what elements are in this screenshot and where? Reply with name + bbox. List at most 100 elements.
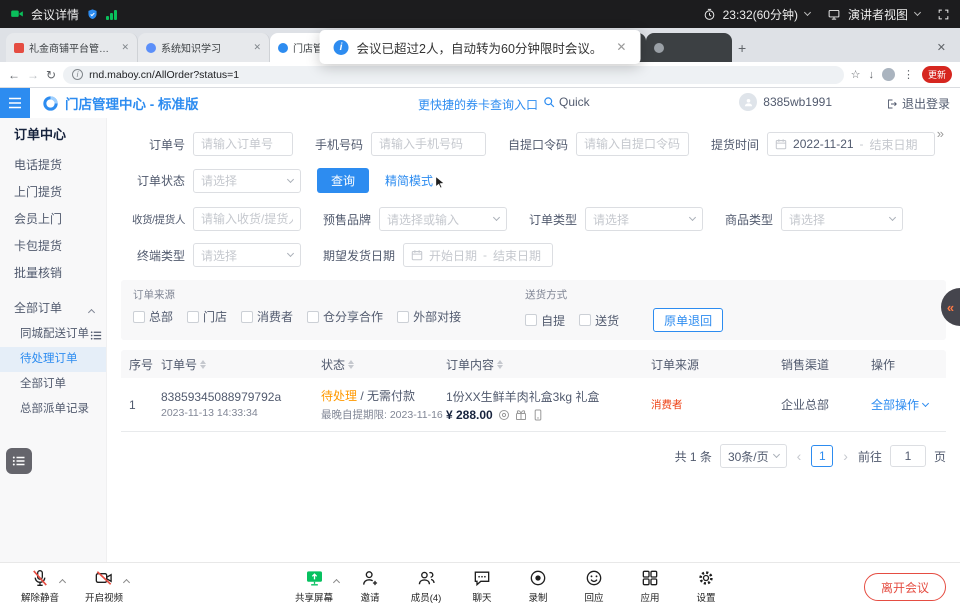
logo-ring-icon: [42, 95, 59, 112]
fullscreen-icon[interactable]: [937, 8, 950, 21]
all-actions-dropdown[interactable]: 全部操作: [871, 396, 941, 413]
order-status-label: 订单状态: [121, 172, 185, 189]
order-type-select[interactable]: 请选择: [585, 207, 703, 231]
share-screen-button[interactable]: 共享屏幕: [286, 566, 342, 604]
reactions-button[interactable]: 回应: [566, 566, 622, 604]
wechat-pay-icon: [498, 409, 510, 421]
sort-icon[interactable]: [348, 360, 354, 369]
share-screen-label: 共享屏幕: [295, 590, 333, 604]
date-separator: -: [860, 137, 864, 151]
pickup-code-input[interactable]: [576, 132, 689, 156]
sidebar-item-door-pickup[interactable]: 上门提货: [0, 179, 106, 206]
browser-update-button[interactable]: 更新: [922, 66, 952, 83]
unmute-label: 解除静音: [21, 590, 59, 604]
network-signal-icon[interactable]: [106, 9, 117, 20]
browser-profile-avatar[interactable]: [882, 68, 895, 81]
checkbox-consumer[interactable]: 消费者: [241, 308, 293, 325]
ship-date-range-picker[interactable]: 开始日期 - 结束日期: [403, 243, 553, 267]
page-size-select[interactable]: 30条/页: [720, 444, 787, 468]
checkbox-store[interactable]: 门店: [187, 308, 227, 325]
sidebar-item-hq-dispatch[interactable]: 总部派单记录: [0, 397, 106, 422]
sidebar-item-member-visit[interactable]: 会员上门: [0, 206, 106, 233]
timer-chevron-down-icon[interactable]: [804, 9, 811, 16]
goods-type-select[interactable]: 请选择: [781, 207, 903, 231]
tab-close-icon[interactable]: ✕: [253, 42, 261, 53]
apps-button[interactable]: 应用: [622, 566, 678, 604]
share-options-chevron-icon[interactable]: [334, 572, 339, 590]
prev-page-icon[interactable]: ‹: [795, 448, 804, 464]
invite-button[interactable]: 邀请: [342, 566, 398, 604]
floating-list-button[interactable]: [6, 448, 32, 474]
back-icon[interactable]: ←: [8, 68, 20, 82]
order-no-input[interactable]: [193, 132, 293, 156]
col-content[interactable]: 订单内容: [446, 356, 651, 373]
sidebar-item-phone-pickup[interactable]: 电话提货: [0, 152, 106, 179]
download-icon[interactable]: ↓: [868, 69, 874, 81]
unmute-button[interactable]: 解除静音: [12, 566, 68, 604]
browser-tab-dark-4[interactable]: [646, 33, 732, 62]
toast-close-icon[interactable]: ✕: [616, 40, 626, 54]
order-number[interactable]: 83859345088979792a: [161, 390, 321, 404]
pickup-deadline: 最晚自提期限: 2023-11-16: [321, 407, 446, 422]
view-mode-chevron-down-icon[interactable]: [914, 9, 921, 16]
window-close-icon[interactable]: ✕: [929, 41, 954, 54]
members-button[interactable]: 成员(4): [398, 566, 454, 604]
simple-mode-link[interactable]: 精简模式: [385, 172, 433, 189]
col-order-no[interactable]: 订单号: [161, 356, 321, 373]
logout-button[interactable]: 退出登录: [886, 95, 950, 112]
goto-page-input[interactable]: [890, 445, 926, 467]
sidebar-item-pending-orders[interactable]: 待处理订单: [0, 347, 106, 372]
order-status-select[interactable]: 请选择: [193, 169, 301, 193]
security-shield-icon[interactable]: [86, 8, 99, 21]
meeting-title[interactable]: 会议详情: [31, 6, 79, 23]
video-options-chevron-icon[interactable]: [124, 572, 129, 590]
collapse-filters-icon[interactable]: »: [937, 126, 944, 141]
quick-search[interactable]: Quick: [543, 95, 590, 109]
bookmark-star-icon[interactable]: ☆: [851, 68, 861, 81]
original-order-return-button[interactable]: 原单退回: [653, 308, 723, 332]
browser-tab-giftshop[interactable]: 礼金商铺平台管理中心 ✕: [6, 33, 138, 62]
sort-icon[interactable]: [200, 360, 206, 369]
search-button[interactable]: 查询: [317, 168, 369, 193]
browser-menu-kebab-icon[interactable]: ⋮: [903, 68, 914, 81]
terminal-type-select[interactable]: 请选择: [193, 243, 301, 267]
sidebar-group-all-orders[interactable]: 全部订单: [0, 295, 106, 322]
settings-button[interactable]: 设置: [678, 566, 734, 604]
browser-tab-learning[interactable]: 系统知识学习 ✕: [138, 33, 270, 62]
new-tab-icon[interactable]: +: [738, 40, 746, 56]
sidebar-item-card-pickup[interactable]: 卡包提货: [0, 233, 106, 260]
record-button[interactable]: 录制: [510, 566, 566, 604]
checkbox-external[interactable]: 外部对接: [397, 308, 461, 325]
start-video-button[interactable]: 开启视频: [76, 566, 132, 604]
reload-icon[interactable]: ↻: [46, 68, 56, 82]
sidebar-item-all-orders[interactable]: 全部订单: [0, 372, 106, 397]
filter-row-4: 终端类型 请选择 期望发货日期 开始日期 - 结束日期: [121, 243, 946, 267]
receiver-label: 收货/提货人: [121, 212, 185, 227]
coupon-query-link[interactable]: 更快捷的券卡查询入口: [418, 96, 538, 113]
tab-close-icon[interactable]: ✕: [121, 42, 129, 53]
forward-icon[interactable]: →: [27, 68, 39, 82]
checkbox-share-coop[interactable]: 仓分享合作: [307, 308, 383, 325]
sidebar-item-city-delivery[interactable]: 同城配送订单: [0, 322, 106, 347]
sidebar-item-batch-writeoff[interactable]: 批量核销: [0, 260, 106, 287]
checkbox-hq[interactable]: 总部: [133, 308, 173, 325]
checkbox-self-pickup[interactable]: 自提: [525, 312, 565, 329]
sidebar: 订单中心 电话提货 上门提货 会员上门 卡包提货 批量核销 全部订单 同城配送订…: [0, 118, 107, 562]
url-omnibox[interactable]: i rnd.maboy.cn/AllOrder?status=1: [63, 66, 844, 84]
page-number-1[interactable]: 1: [811, 445, 833, 467]
sidebar-toggle-button[interactable]: [0, 88, 30, 118]
user-account[interactable]: 8385wb1991: [739, 93, 832, 111]
col-status[interactable]: 状态: [321, 356, 446, 373]
next-page-icon[interactable]: ›: [841, 448, 850, 464]
receiver-input[interactable]: [193, 207, 301, 231]
phone-input[interactable]: [371, 132, 486, 156]
site-info-icon[interactable]: i: [72, 69, 83, 80]
chat-button[interactable]: 聊天: [454, 566, 510, 604]
page-unit: 页: [934, 448, 946, 465]
mic-options-chevron-icon[interactable]: [60, 572, 65, 590]
brand-select[interactable]: 请选择或输入: [379, 207, 507, 231]
leave-meeting-button[interactable]: 离开会议: [864, 573, 946, 601]
pickup-time-range-picker[interactable]: 2022-11-21 - 结束日期: [767, 132, 935, 156]
checkbox-delivery[interactable]: 送货: [579, 312, 619, 329]
sort-icon[interactable]: [497, 360, 503, 369]
